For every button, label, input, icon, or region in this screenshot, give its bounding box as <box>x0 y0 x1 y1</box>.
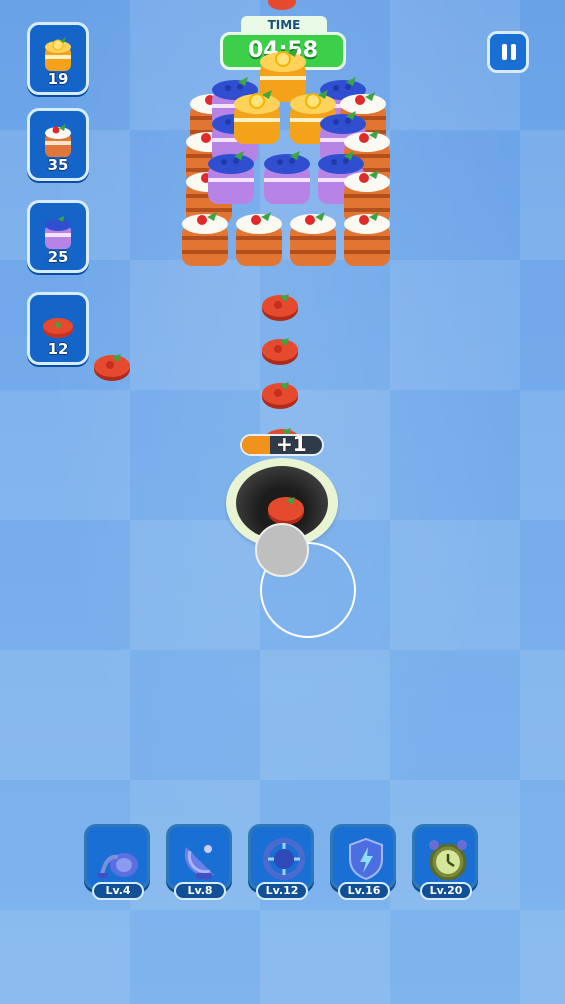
powerup-clock-button[interactable] <box>412 824 478 890</box>
cake-stack-scene <box>182 47 390 266</box>
goal-card-cherry-cake: 35 <box>27 108 89 181</box>
joystick-knob[interactable] <box>255 523 309 577</box>
powerup-vacuum-button[interactable] <box>84 824 150 890</box>
blueberry-cake-icon <box>45 216 71 249</box>
target-ring-icon <box>263 838 305 880</box>
powerup-shield-button[interactable] <box>330 824 396 890</box>
powerup-radar-level: Lv.8 <box>174 882 226 900</box>
orange-cake-icon <box>45 37 71 71</box>
powerup-magnet-target-level: Lv.12 <box>256 882 308 900</box>
goal-count: 25 <box>47 248 69 266</box>
shield-icon <box>349 837 383 881</box>
goal-card-orange-cake: 19 <box>27 22 89 95</box>
goal-card-cherry-tart: 12 <box>27 292 89 365</box>
tart-top-edge <box>268 0 296 10</box>
goal-card-blueberry-cake: 25 <box>27 200 89 273</box>
cherry-cake-icon <box>45 124 71 157</box>
pause-button[interactable] <box>487 31 529 73</box>
goal-count: 19 <box>47 70 69 88</box>
powerup-shield-level: Lv.16 <box>338 882 390 900</box>
gain-popup: +1 <box>276 432 307 456</box>
goal-count: 35 <box>47 156 69 174</box>
vacuum-icon <box>98 853 138 878</box>
clock-icon <box>429 840 467 881</box>
powerup-vacuum-level: Lv.4 <box>92 882 144 900</box>
goal-count: 12 <box>47 340 69 358</box>
radar-icon <box>184 845 214 879</box>
powerup-clock-level: Lv.20 <box>420 882 472 900</box>
powerup-radar-button[interactable] <box>166 824 232 890</box>
powerup-magnet-target-button[interactable] <box>248 824 314 890</box>
hole-progress-fill <box>242 436 270 454</box>
